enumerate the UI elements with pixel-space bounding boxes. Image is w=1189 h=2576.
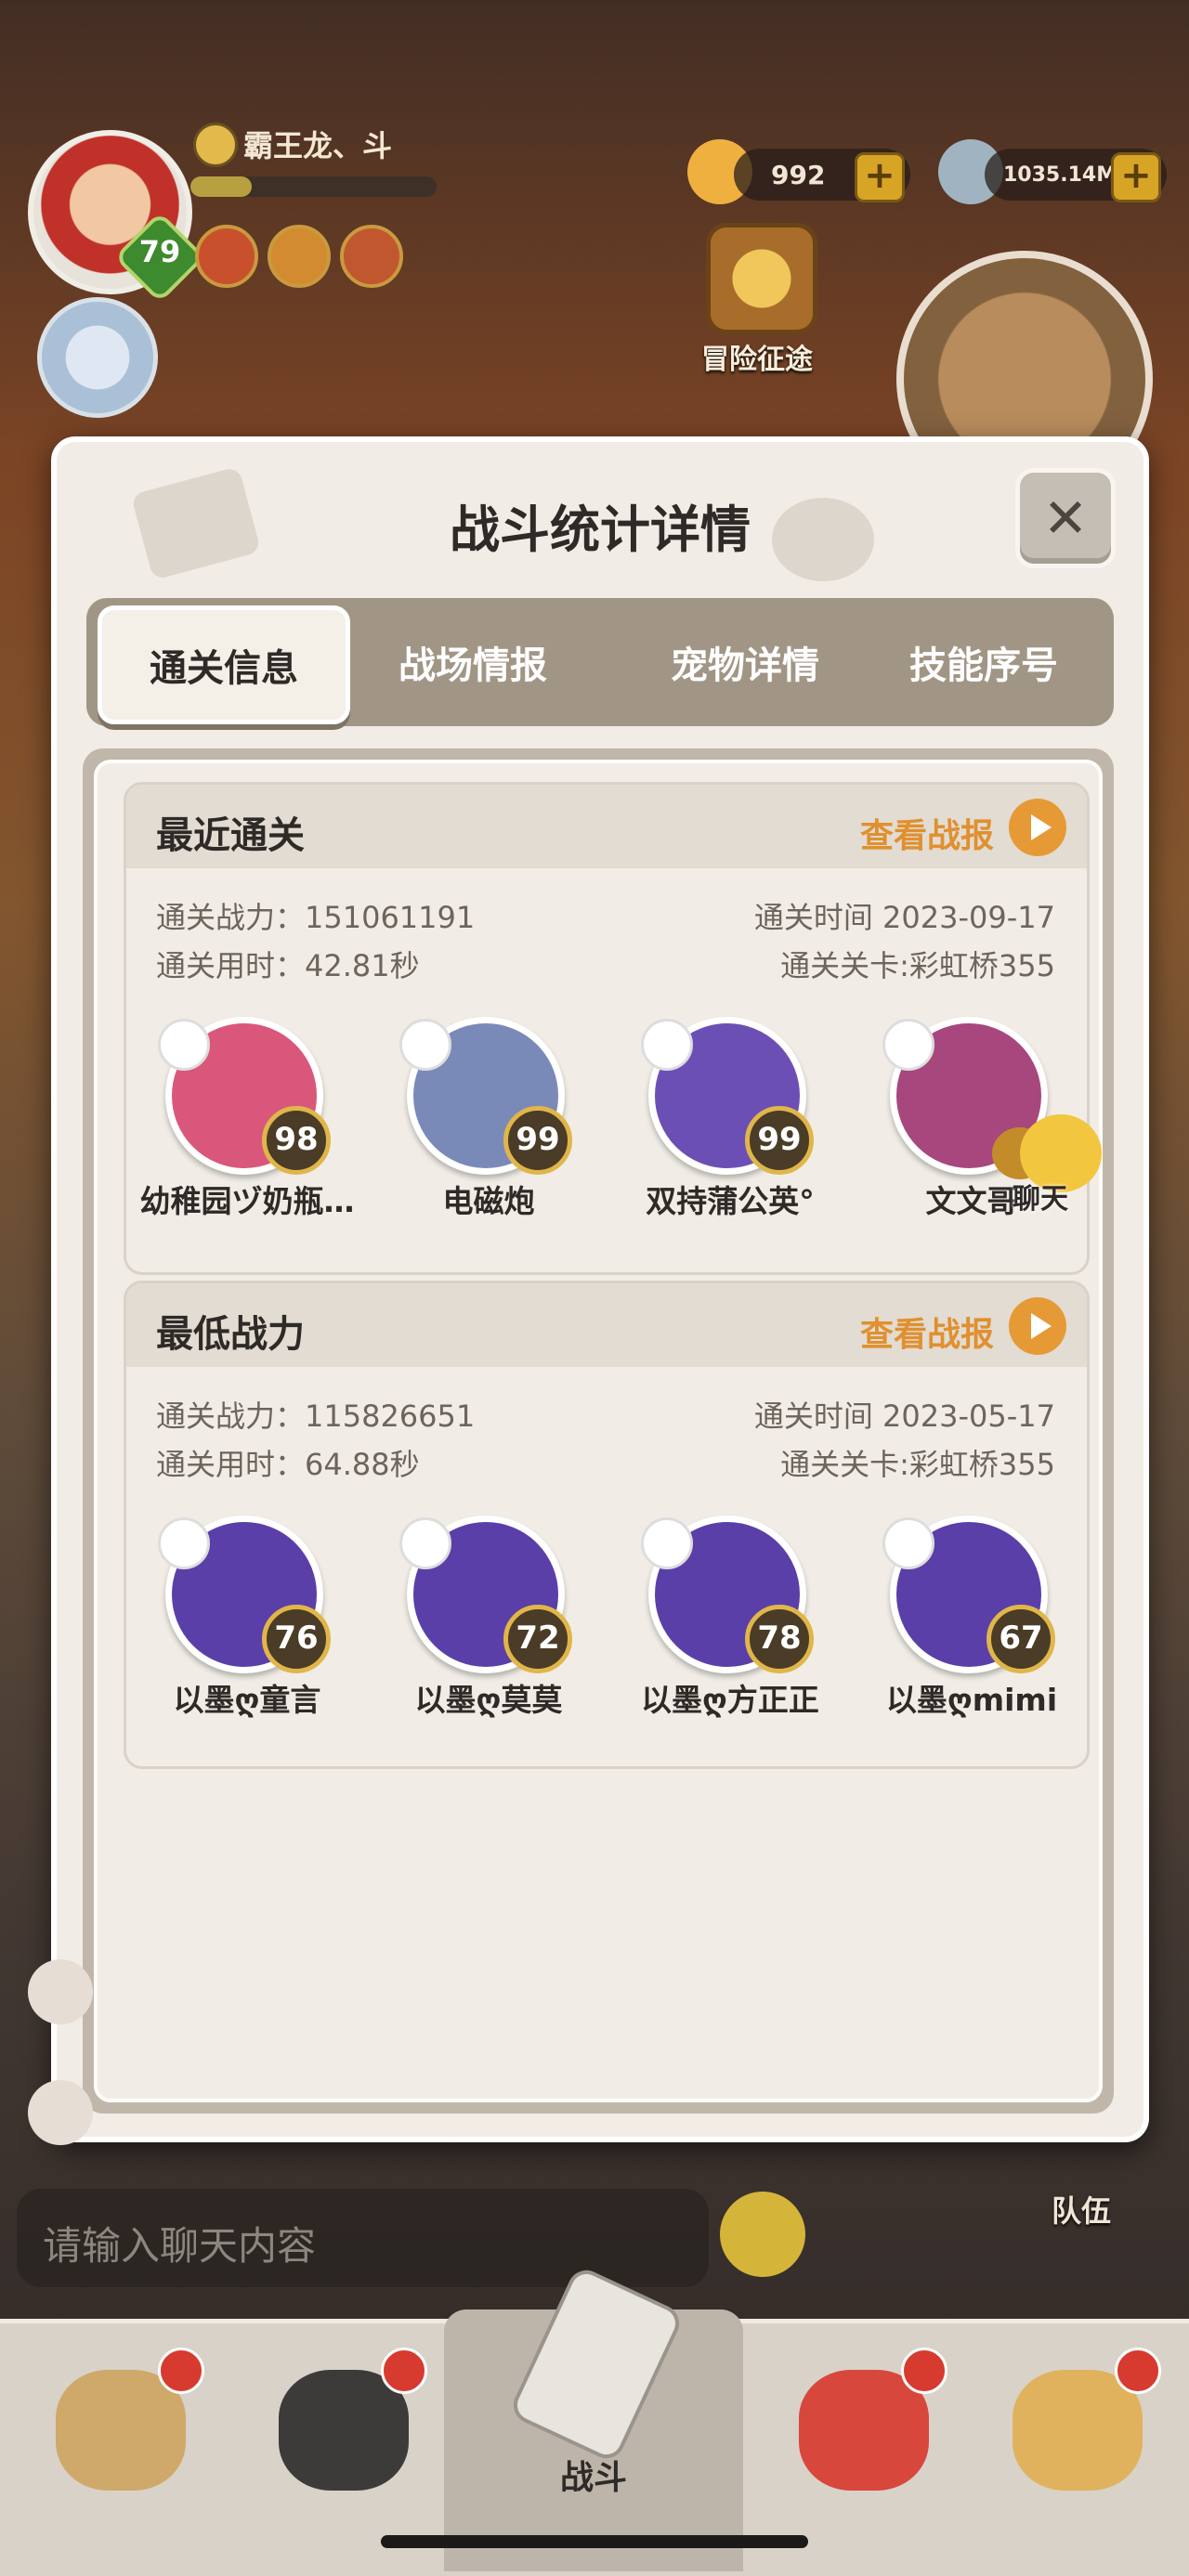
nav-item[interactable] (985, 2342, 1170, 2528)
tab-skill-order[interactable]: 技能序号 (862, 607, 1105, 717)
adventure-icon[interactable] (706, 223, 817, 334)
pet-level: 67 (986, 1605, 1055, 1673)
view-report-link[interactable]: 查看战报 (860, 1308, 994, 1356)
close-icon: ✕ (1042, 487, 1089, 550)
side-button[interactable] (28, 1959, 93, 2024)
pet-name: 以墨ღ童言 (173, 1682, 321, 1718)
pet-card[interactable]: 67 以墨ღmimi (851, 1516, 1087, 1729)
pet-level: 78 (745, 1605, 814, 1673)
nav-item[interactable] (28, 2342, 214, 2528)
player-name: 霸王龙、斗 (243, 128, 393, 163)
coin-value: 992 (771, 160, 826, 190)
pet-name: 电磁炮 (442, 1183, 535, 1219)
element-icon (882, 1517, 934, 1569)
exp-bar-fill (190, 176, 253, 197)
clear-date: 通关时间 2023-05-17 (753, 1399, 1055, 1434)
section-title: 最低战力 (156, 1313, 305, 1356)
tab-bar: 通关信息 战场情报 宠物详情 技能序号 (86, 598, 1114, 726)
pet-card[interactable]: 76 以墨ღ童言 (126, 1516, 368, 1729)
pet-level: 99 (503, 1106, 572, 1175)
add-coins-button[interactable]: + (855, 152, 905, 202)
nav-battle-label: 战斗 (559, 2459, 627, 2497)
pet-card[interactable]: 72 以墨ღ莫莫 (368, 1516, 609, 1729)
tab-battlefield-intel[interactable]: 战场情报 (351, 607, 594, 717)
nav-item[interactable] (251, 2342, 437, 2528)
tab-pet-details[interactable]: 宠物详情 (623, 607, 867, 717)
lowest-power-section: 最低战力 查看战报 通关战力：115826651 通关用时：64.88秒 通关时… (124, 1281, 1090, 1769)
tab-clear-info[interactable]: 通关信息 (98, 605, 350, 724)
element-icon (641, 1019, 693, 1071)
player-level: 79 (138, 234, 181, 269)
element-icon (158, 1019, 210, 1071)
pet-list: 76 以墨ღ童言 72 以墨ღ莫莫 78 以墨ღ方正正 67 以墨ღmimi (126, 1516, 1087, 1729)
exp-bar (190, 176, 437, 197)
medal-icon[interactable] (195, 225, 258, 288)
pet-list: 98 幼稚园ヅ奶瓶… 99 电磁炮 99 双持蒲公英° 文文哥 (126, 1017, 1087, 1230)
section-title: 最近通关 (156, 814, 305, 857)
element-icon (399, 1517, 451, 1569)
medal-icon[interactable] (268, 225, 331, 288)
chat-bubble-button[interactable]: 聊天 (992, 1114, 1104, 1216)
emoji-icon[interactable] (720, 2192, 805, 2277)
pet-name: 以墨ღmimi (885, 1682, 1058, 1718)
gem-counter: 1035.14M + (985, 149, 1167, 202)
play-icon[interactable] (1009, 799, 1066, 856)
clear-time-used: 通关用时：42.81秒 (156, 948, 420, 983)
side-button[interactable] (28, 2080, 93, 2145)
recent-clear-section: 最近通关 查看战报 通关战力：151061191 通关用时：42.81秒 通关时… (124, 782, 1090, 1275)
content-panel: 最近通关 查看战报 通关战力：151061191 通关用时：42.81秒 通关时… (94, 760, 1103, 2102)
pet-name: 以墨ღ莫莫 (414, 1682, 563, 1718)
clear-date: 通关时间 2023-09-17 (753, 900, 1055, 935)
element-icon (641, 1517, 693, 1569)
pet-card[interactable]: 78 以墨ღ方正正 (609, 1516, 851, 1729)
clear-stage: 通关关卡:彩虹桥355 (780, 948, 1055, 983)
pet-card[interactable]: 99 电磁炮 (368, 1017, 609, 1230)
nav-item[interactable] (771, 2342, 957, 2528)
pet-card[interactable]: 99 双持蒲公英° (609, 1017, 851, 1230)
view-report-link[interactable]: 查看战报 (860, 809, 994, 857)
add-gems-button[interactable]: + (1111, 152, 1161, 202)
notification-dot (1115, 2348, 1161, 2394)
chat-bubble-label: 聊天 (1013, 1183, 1068, 1216)
element-icon (158, 1517, 210, 1569)
pet-level: 72 (503, 1605, 572, 1673)
gem-value: 1035.14M (1003, 163, 1117, 187)
pet-level: 76 (262, 1605, 331, 1673)
clear-power: 通关战力：115826651 (156, 1399, 476, 1434)
element-icon (882, 1019, 934, 1071)
clear-stage: 通关关卡:彩虹桥355 (780, 1447, 1055, 1482)
friend-avatar[interactable] (37, 297, 158, 418)
section-header: 最近通关 查看战报 (126, 785, 1087, 868)
adventure-label: 冒险征途 (701, 344, 813, 376)
chat-input[interactable]: 请输入聊天内容 (17, 2189, 709, 2287)
notification-dot (158, 2348, 204, 2394)
pet-name: 以墨ღ方正正 (641, 1682, 819, 1718)
pet-card[interactable]: 98 幼稚园ヅ奶瓶… (126, 1017, 368, 1230)
element-icon (399, 1019, 451, 1071)
battle-stats-modal: 战斗统计详情 ✕ 通关信息 战场情报 宠物详情 技能序号 最近通关 查看战报 通… (51, 436, 1149, 2142)
section-header: 最低战力 查看战报 (126, 1283, 1087, 1367)
nav-battle[interactable]: 战斗 (444, 2264, 743, 2571)
play-icon[interactable] (1009, 1297, 1066, 1355)
home-indicator[interactable] (381, 2535, 808, 2548)
pet-name: 幼稚园ヅ奶瓶… (139, 1183, 355, 1219)
clear-time-used: 通关用时：64.88秒 (156, 1447, 420, 1482)
close-button[interactable]: ✕ (1015, 468, 1116, 568)
coin-counter: 992 + (734, 149, 910, 202)
content-frame: 最近通关 查看战报 通关战力：151061191 通关用时：42.81秒 通关时… (83, 748, 1114, 2114)
notification-dot (381, 2348, 427, 2394)
medal-icon[interactable] (340, 225, 403, 288)
clear-power: 通关战力：151061191 (156, 900, 476, 935)
smile-icon (193, 123, 238, 167)
modal-title: 战斗统计详情 (450, 501, 751, 559)
pet-level: 99 (745, 1106, 814, 1175)
team-label[interactable]: 队伍 (1052, 2188, 1111, 2231)
pet-name: 双持蒲公英° (646, 1183, 815, 1219)
pet-level: 98 (262, 1106, 331, 1175)
notification-dot (901, 2348, 947, 2394)
chat-input-placeholder: 请输入聊天内容 (43, 2223, 317, 2269)
